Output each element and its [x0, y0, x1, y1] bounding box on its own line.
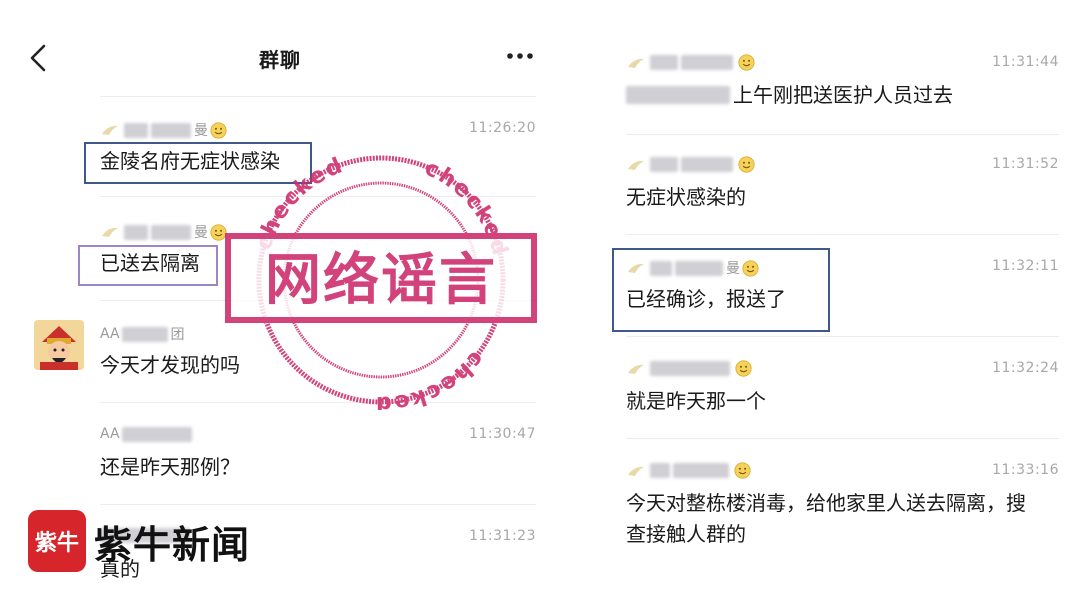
divider [626, 234, 1059, 235]
logo-text: 紫牛新闻 [94, 522, 251, 567]
chat-message[interactable]: AA 团 今天才发现的吗 [100, 322, 536, 381]
fortune-god-avatar-icon [34, 320, 84, 370]
smile-emoji-icon [210, 121, 227, 139]
sender-name: 曼 [626, 258, 759, 278]
divider [626, 438, 1059, 439]
smile-emoji-icon [734, 462, 751, 479]
message-text: 已送去隔离 [100, 251, 200, 275]
level-badge-icon [628, 263, 644, 273]
chat-message[interactable]: 11:31:44 上午刚把送医护人员过去 [626, 52, 1059, 111]
left-chat-screen: 群聊 曼 11:26:20 金陵名府无症状感染 曼 已送去隔离 AA 团 今天才… [0, 0, 560, 596]
message-text: 金陵名府无症状感染 [100, 149, 280, 173]
smile-emoji-icon [738, 54, 755, 71]
message-text: 今天对整栋楼消毒，给他家里人送去隔离，搜查接触人群的 [626, 491, 1026, 546]
message-time: 11:32:24 [992, 360, 1059, 376]
sender-name: AA 团 [100, 326, 185, 343]
right-chat-screen: 11:31:44 上午刚把送医护人员过去 11:31:52 无症状感染的 曼 1… [590, 0, 1080, 596]
divider [626, 134, 1059, 135]
logo-mark: 紫牛 [28, 510, 86, 572]
sender-name: AA [100, 426, 195, 442]
more-dots-icon[interactable] [500, 44, 540, 68]
message-text: 还是昨天那例？ [100, 455, 240, 479]
divider [100, 402, 536, 403]
sender-name [626, 156, 755, 173]
zi-niu-news-logo: 紫牛 紫牛新闻 [28, 510, 258, 574]
message-text: 今天才发现的吗 [100, 353, 240, 377]
sender-name [626, 462, 751, 479]
sender-name: 曼 [100, 222, 227, 242]
logo-mark-text: 紫牛 [35, 530, 79, 556]
chat-message[interactable]: 11:32:24 就是昨天那一个 [626, 358, 1059, 417]
chat-message[interactable]: 曼 11:26:20 金陵名府无症状感染 [100, 118, 536, 177]
level-badge-icon [628, 58, 644, 68]
message-text: 上午刚把送医护人员过去 [626, 78, 1059, 111]
sender-name [626, 54, 755, 71]
message-time: 11:31:23 [469, 528, 536, 544]
smile-emoji-icon [738, 156, 755, 173]
smile-emoji-icon [735, 360, 752, 377]
message-text: 无症状感染的 [626, 185, 746, 209]
chat-header: 群聊 [0, 30, 560, 86]
message-time: 11:32:11 [992, 258, 1059, 274]
level-badge-icon [102, 227, 118, 237]
chat-message[interactable]: 曼 已送去隔离 [100, 220, 536, 279]
level-badge-icon [628, 466, 644, 476]
level-badge-icon [102, 125, 118, 135]
divider [100, 504, 536, 505]
chat-message[interactable]: 曼 11:32:11 已经确诊，报送了 [626, 256, 1059, 315]
chat-message[interactable]: 11:33:16 今天对整栋楼消毒，给他家里人送去隔离，搜查接触人群的 [626, 460, 1059, 550]
chat-message[interactable]: AA 11:30:47 还是昨天那例？ [100, 424, 536, 483]
message-time: 11:31:44 [992, 54, 1059, 70]
page-title: 群聊 [259, 48, 301, 72]
message-time: 11:31:52 [992, 156, 1059, 172]
message-time: 11:26:20 [469, 120, 536, 136]
divider [100, 196, 536, 197]
message-time: 11:33:16 [992, 462, 1059, 478]
smile-emoji-icon [210, 223, 227, 241]
smile-emoji-icon [742, 259, 759, 277]
chat-message[interactable]: 11:31:52 无症状感染的 [626, 154, 1059, 213]
message-text: 已经确诊，报送了 [626, 287, 786, 311]
message-text: 就是昨天那一个 [626, 389, 766, 413]
message-time: 11:30:47 [469, 426, 536, 442]
sender-name: 曼 [100, 120, 227, 140]
level-badge-icon [628, 364, 644, 374]
divider [100, 96, 536, 97]
avatar[interactable] [34, 320, 84, 370]
divider [626, 336, 1059, 337]
divider [100, 300, 536, 301]
sender-name [626, 360, 752, 377]
level-badge-icon [628, 160, 644, 170]
